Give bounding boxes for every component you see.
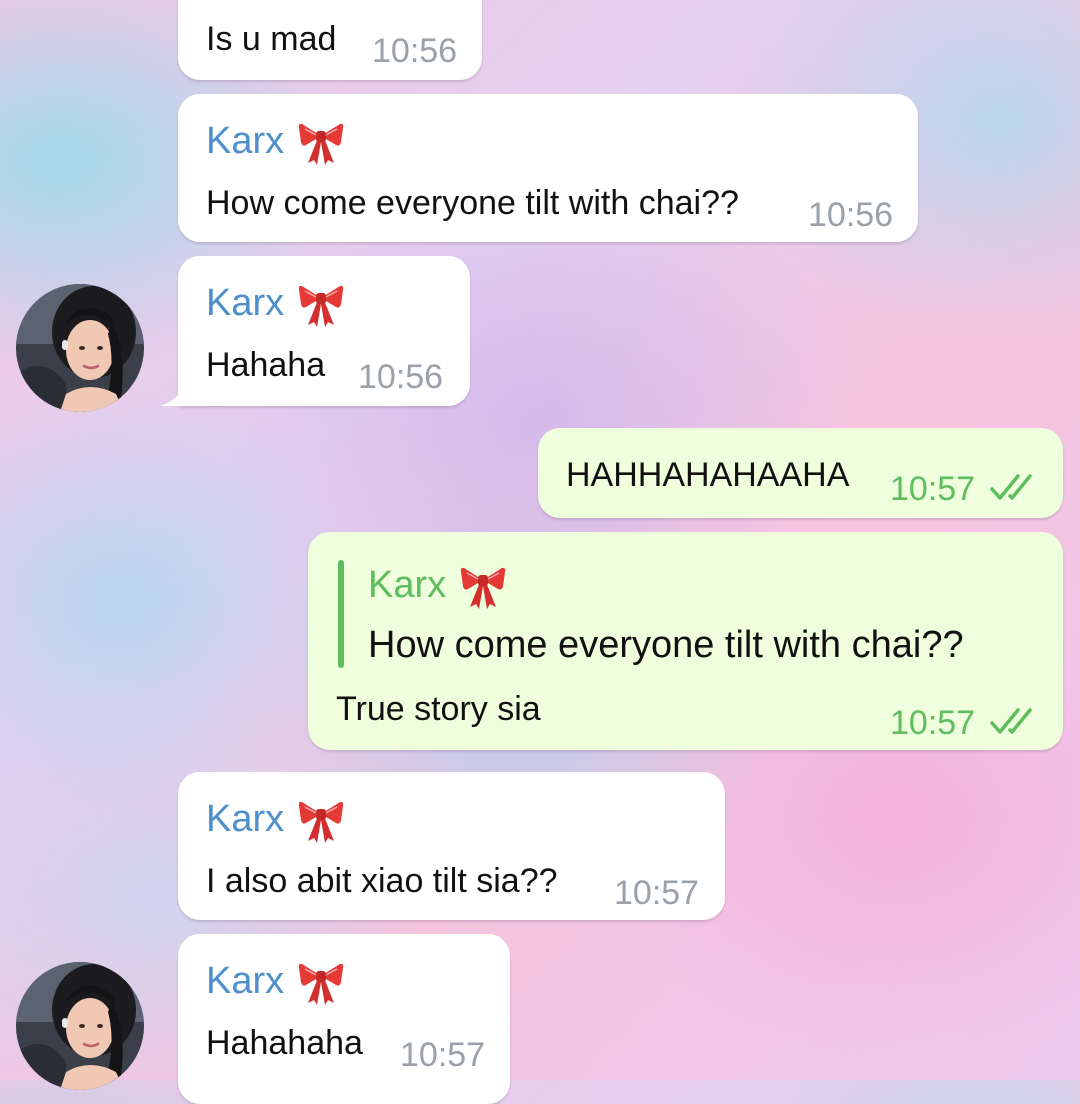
message-text: Hahaha: [206, 346, 326, 384]
message-time: 10:57: [890, 704, 976, 742]
message-time: 10:56: [808, 196, 894, 234]
reply-quote-text: How come everyone tilt with chai??: [368, 624, 964, 666]
avatar-image: [16, 284, 144, 412]
bubble-tail: [160, 376, 190, 406]
sender-name[interactable]: Karx: [206, 794, 346, 844]
message-bubble-incoming[interactable]: Karx I also abit xiao tilt sia?? 10:57: [178, 772, 725, 920]
avatar[interactable]: [16, 962, 144, 1090]
bow-icon: [296, 278, 346, 328]
message-time: 10:56: [372, 32, 458, 70]
bow-icon: [458, 560, 508, 610]
bow-icon: [296, 956, 346, 1006]
message-text: I also abit xiao tilt sia??: [206, 862, 558, 900]
sender-name-text: Karx: [206, 119, 285, 162]
reply-sender-name[interactable]: Karx: [368, 560, 508, 610]
sender-name[interactable]: Karx: [206, 956, 346, 1006]
message-text: Is u mad: [206, 20, 337, 58]
message-bubble-outgoing[interactable]: Karx How come everyone tilt with chai?? …: [308, 532, 1063, 750]
reply-quote-bar: [338, 560, 344, 668]
sender-name-text: Karx: [206, 959, 285, 1002]
message-bubble-incoming[interactable]: Karx How come everyone tilt with chai?? …: [178, 94, 918, 242]
bow-icon: [296, 794, 346, 844]
sender-name-text: Karx: [206, 797, 285, 840]
message-text: Hahahaha: [206, 1024, 363, 1062]
message-time: 10:57: [400, 1036, 486, 1074]
double-check-icon: [990, 706, 1044, 736]
message-text: True story sia: [336, 690, 541, 728]
message-bubble-incoming[interactable]: Karx Hahahaha 10:57: [178, 934, 510, 1104]
message-time: 10:57: [614, 874, 700, 912]
message-bubble-incoming[interactable]: Is u mad 10:56: [178, 0, 482, 80]
message-bubble-incoming[interactable]: Karx Hahaha 10:56: [178, 256, 470, 406]
double-check-icon: [990, 472, 1044, 502]
message-text: HAHHAHAHAAHA: [566, 456, 850, 494]
sender-name-text: Karx: [206, 281, 285, 324]
avatar[interactable]: [16, 284, 144, 412]
reply-sender-text: Karx: [368, 563, 447, 606]
bow-icon: [296, 116, 346, 166]
sender-name[interactable]: Karx: [206, 116, 346, 166]
message-text: How come everyone tilt with chai??: [206, 184, 739, 222]
avatar-image: [16, 962, 144, 1090]
message-time: 10:57: [890, 470, 976, 508]
message-time: 10:56: [358, 358, 444, 396]
message-bubble-outgoing[interactable]: HAHHAHAHAAHA 10:57: [538, 428, 1063, 518]
sender-name[interactable]: Karx: [206, 278, 346, 328]
